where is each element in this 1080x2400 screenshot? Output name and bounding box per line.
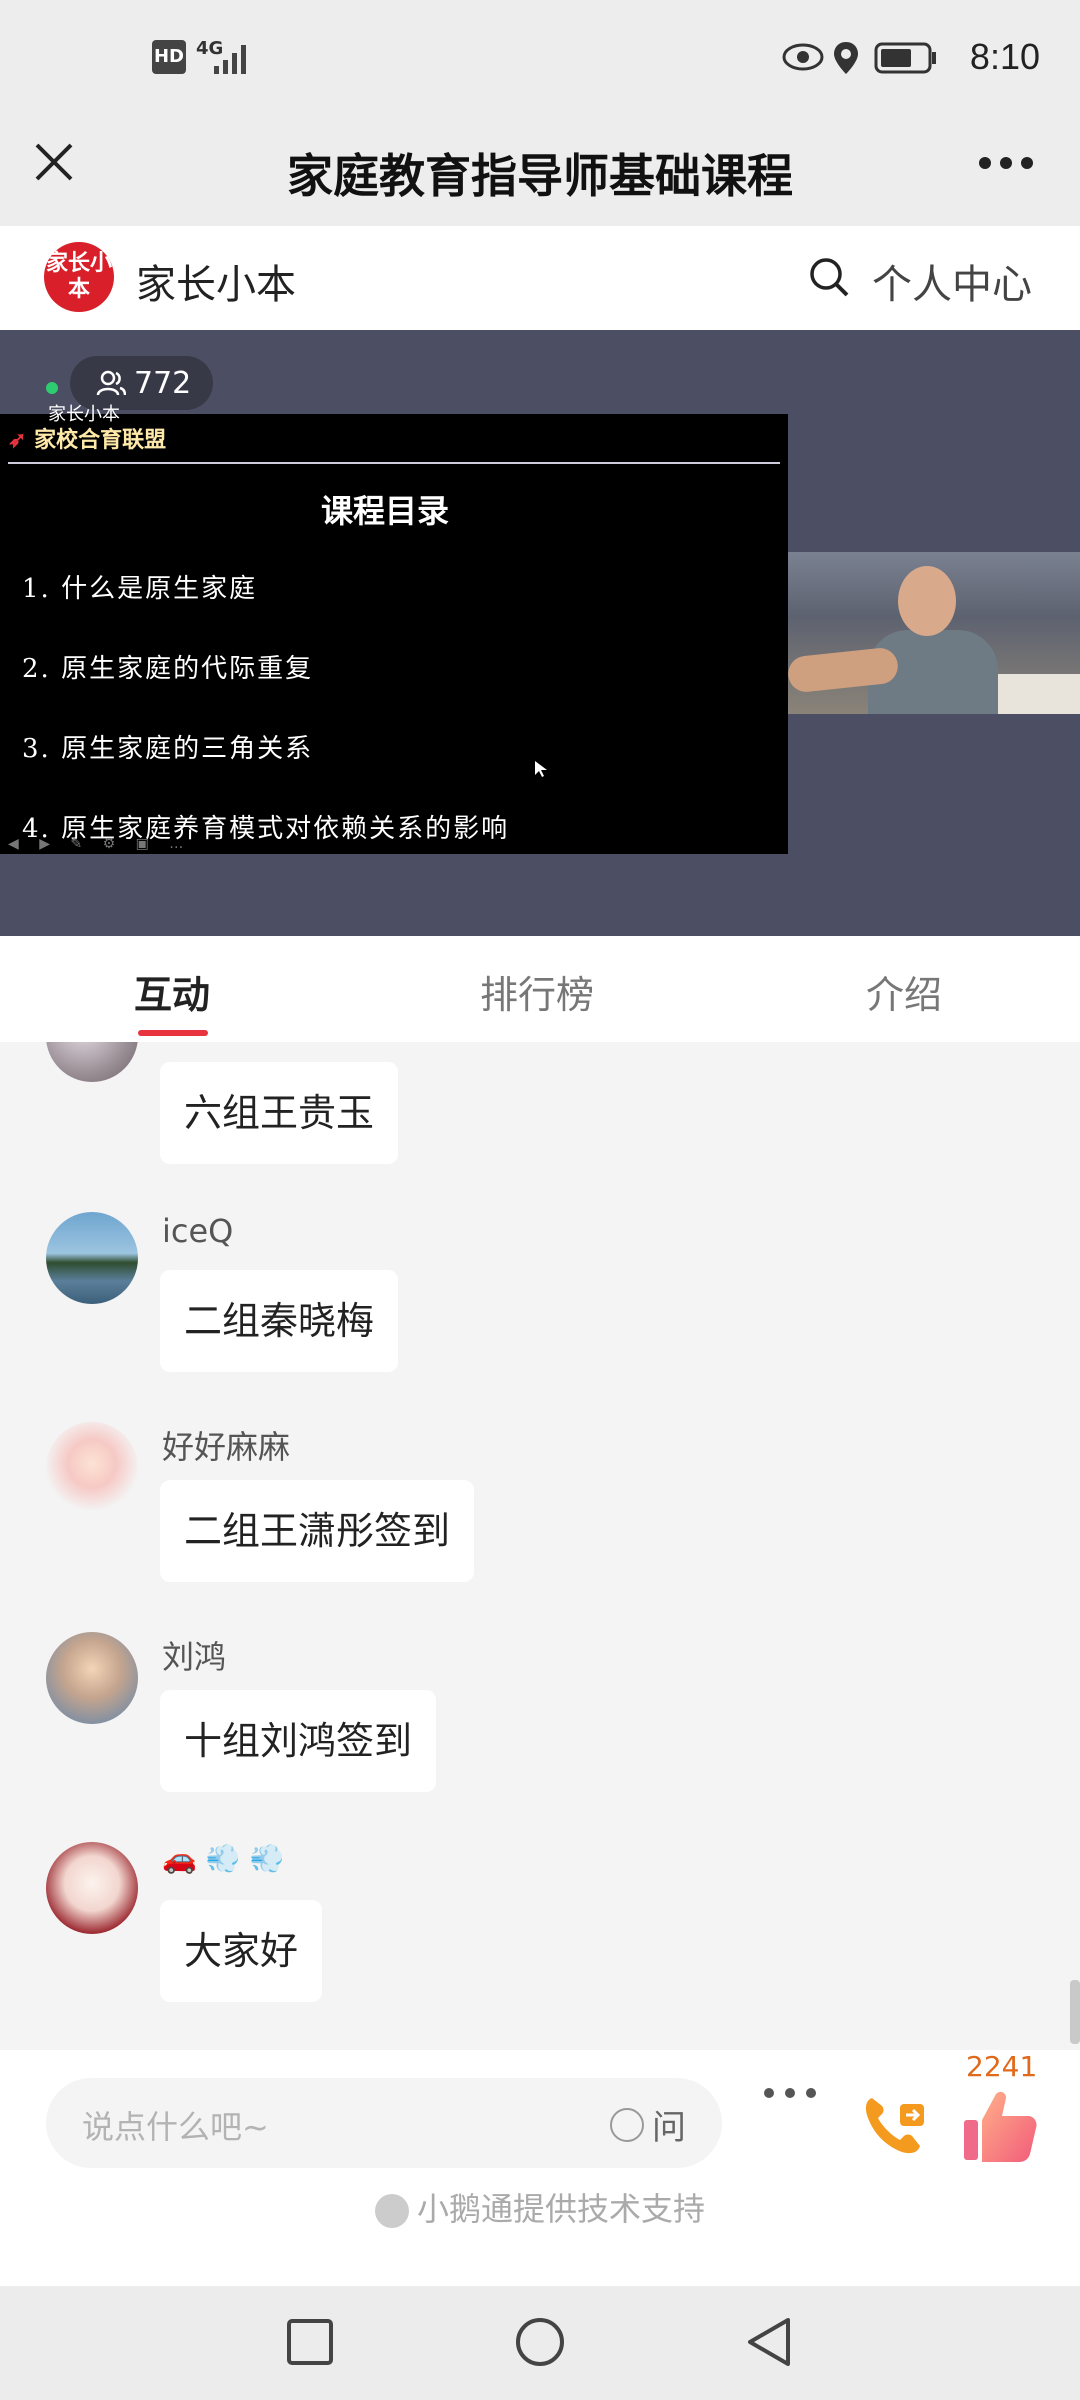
nickname: 🚗 💨 💨 — [162, 1842, 285, 1875]
chat-list[interactable]: 六组王贵玉 iceQ 二组秦晓梅 好好麻麻 二组王潇彤签到 刘鸿 十组刘鸿签到 … — [0, 1042, 1080, 2050]
phone-call-icon[interactable] — [858, 2090, 928, 2160]
tab-active-indicator — [138, 1030, 208, 1036]
slide-logo: ➶ 家校合育联盟 — [8, 422, 166, 454]
comment-placeholder: 说点什么吧~ — [82, 2108, 269, 2146]
location-icon — [834, 42, 858, 74]
tab-interactive[interactable]: 互动 — [134, 964, 210, 1019]
recent-apps-icon[interactable] — [286, 2318, 334, 2366]
ask-label: 问 — [652, 2108, 686, 2148]
slide-item: 2. 原生家庭的代际重复 — [22, 654, 314, 684]
brand-logo[interactable]: 家长小本 — [44, 242, 114, 312]
message-bubble[interactable]: 二组王潇彤签到 — [160, 1480, 475, 1582]
avatar[interactable] — [46, 1212, 138, 1304]
clock: 8:10 — [969, 36, 1040, 77]
viewer-count-value: 772 — [134, 365, 192, 401]
message-bubble[interactable]: 大家好 — [160, 1900, 323, 2002]
avatar[interactable] — [46, 1422, 138, 1514]
back-icon[interactable] — [744, 2316, 794, 2368]
status-bar: HD 4G 8:10 — [0, 0, 1080, 118]
like-count: 2241 — [966, 2050, 1038, 2083]
slide-divider — [8, 462, 780, 464]
slide-title: 课程目录 — [320, 492, 449, 530]
teacher-camera[interactable] — [788, 552, 1080, 714]
live-video-area[interactable]: 772 家长小本 ➶ 家校合育联盟 课程目录 1. 什么是原生家庭 2. 原生家… — [0, 330, 1080, 936]
title-bar: 家庭教育指导师基础课程 — [0, 118, 1080, 226]
avatar[interactable] — [46, 1632, 138, 1724]
live-indicator — [46, 382, 58, 394]
avatar[interactable] — [46, 1842, 138, 1934]
page-title: 家庭教育指导师基础课程 — [287, 149, 793, 203]
more-menu-icon[interactable] — [978, 156, 1034, 170]
nickname: 好好麻麻 — [162, 1428, 291, 1466]
message-bubble[interactable]: 二组秦晓梅 — [160, 1270, 399, 1372]
eye-icon — [782, 43, 824, 71]
nickname: 刘鸿 — [162, 1638, 227, 1676]
nickname: iceQ — [162, 1212, 234, 1250]
system-nav-bar — [0, 2286, 1080, 2400]
tab-bar: 互动 排行榜 介绍 — [0, 936, 1080, 1042]
more-options-icon[interactable] — [762, 2086, 818, 2100]
comment-input[interactable]: 说点什么吧~ 问 — [46, 2078, 722, 2168]
tab-intro[interactable]: 介绍 — [866, 964, 942, 1019]
avatar[interactable] — [46, 1042, 138, 1082]
cam-person-head — [898, 566, 956, 636]
brand-bar: 家长小本 家长小本 个人中心 — [0, 226, 1080, 330]
cam-background — [990, 674, 1080, 714]
signal-icon — [214, 45, 246, 74]
home-icon[interactable] — [514, 2316, 566, 2368]
message-bubble[interactable]: 十组刘鸿签到 — [160, 1690, 437, 1792]
tech-support-note: 小鹅通提供技术支持 — [0, 2184, 1080, 2230]
chat-scrollbar[interactable] — [1070, 1980, 1080, 2044]
slide-item: 1. 什么是原生家庭 — [22, 574, 258, 604]
ask-checkbox[interactable] — [610, 2107, 644, 2142]
search-icon[interactable] — [808, 256, 850, 298]
slide-controls[interactable]: ◀ ▶ ✎ ⚙ ▣ … — [8, 836, 191, 852]
ask-toggle[interactable]: 问 — [610, 2100, 686, 2149]
slide-item: 3. 原生家庭的三角关系 — [22, 734, 314, 764]
personal-center-link[interactable]: 个人中心 — [872, 252, 1032, 310]
cursor-icon — [535, 761, 547, 777]
tech-support-text: 小鹅通提供技术支持 — [416, 2190, 705, 2228]
slide-logo-text: 家校合育联盟 — [34, 427, 167, 453]
xiaoe-logo-icon — [374, 2194, 409, 2228]
hd-icon: HD — [152, 40, 186, 74]
slide-view: 家长小本 ➶ 家校合育联盟 课程目录 1. 什么是原生家庭 2. 原生家庭的代际… — [0, 404, 788, 854]
brand-name[interactable]: 家长小本 — [136, 252, 296, 310]
input-bar: 2241 说点什么吧~ 问 小鹅通提供技术支持 — [0, 2050, 1080, 2286]
tab-ranking[interactable]: 排行榜 — [480, 964, 594, 1019]
like-thumb-icon[interactable] — [960, 2086, 1040, 2166]
battery-icon — [874, 42, 936, 74]
users-icon — [96, 370, 126, 396]
message-bubble[interactable]: 六组王贵玉 — [160, 1062, 399, 1164]
slide-bird-icon: ➶ — [8, 427, 27, 453]
